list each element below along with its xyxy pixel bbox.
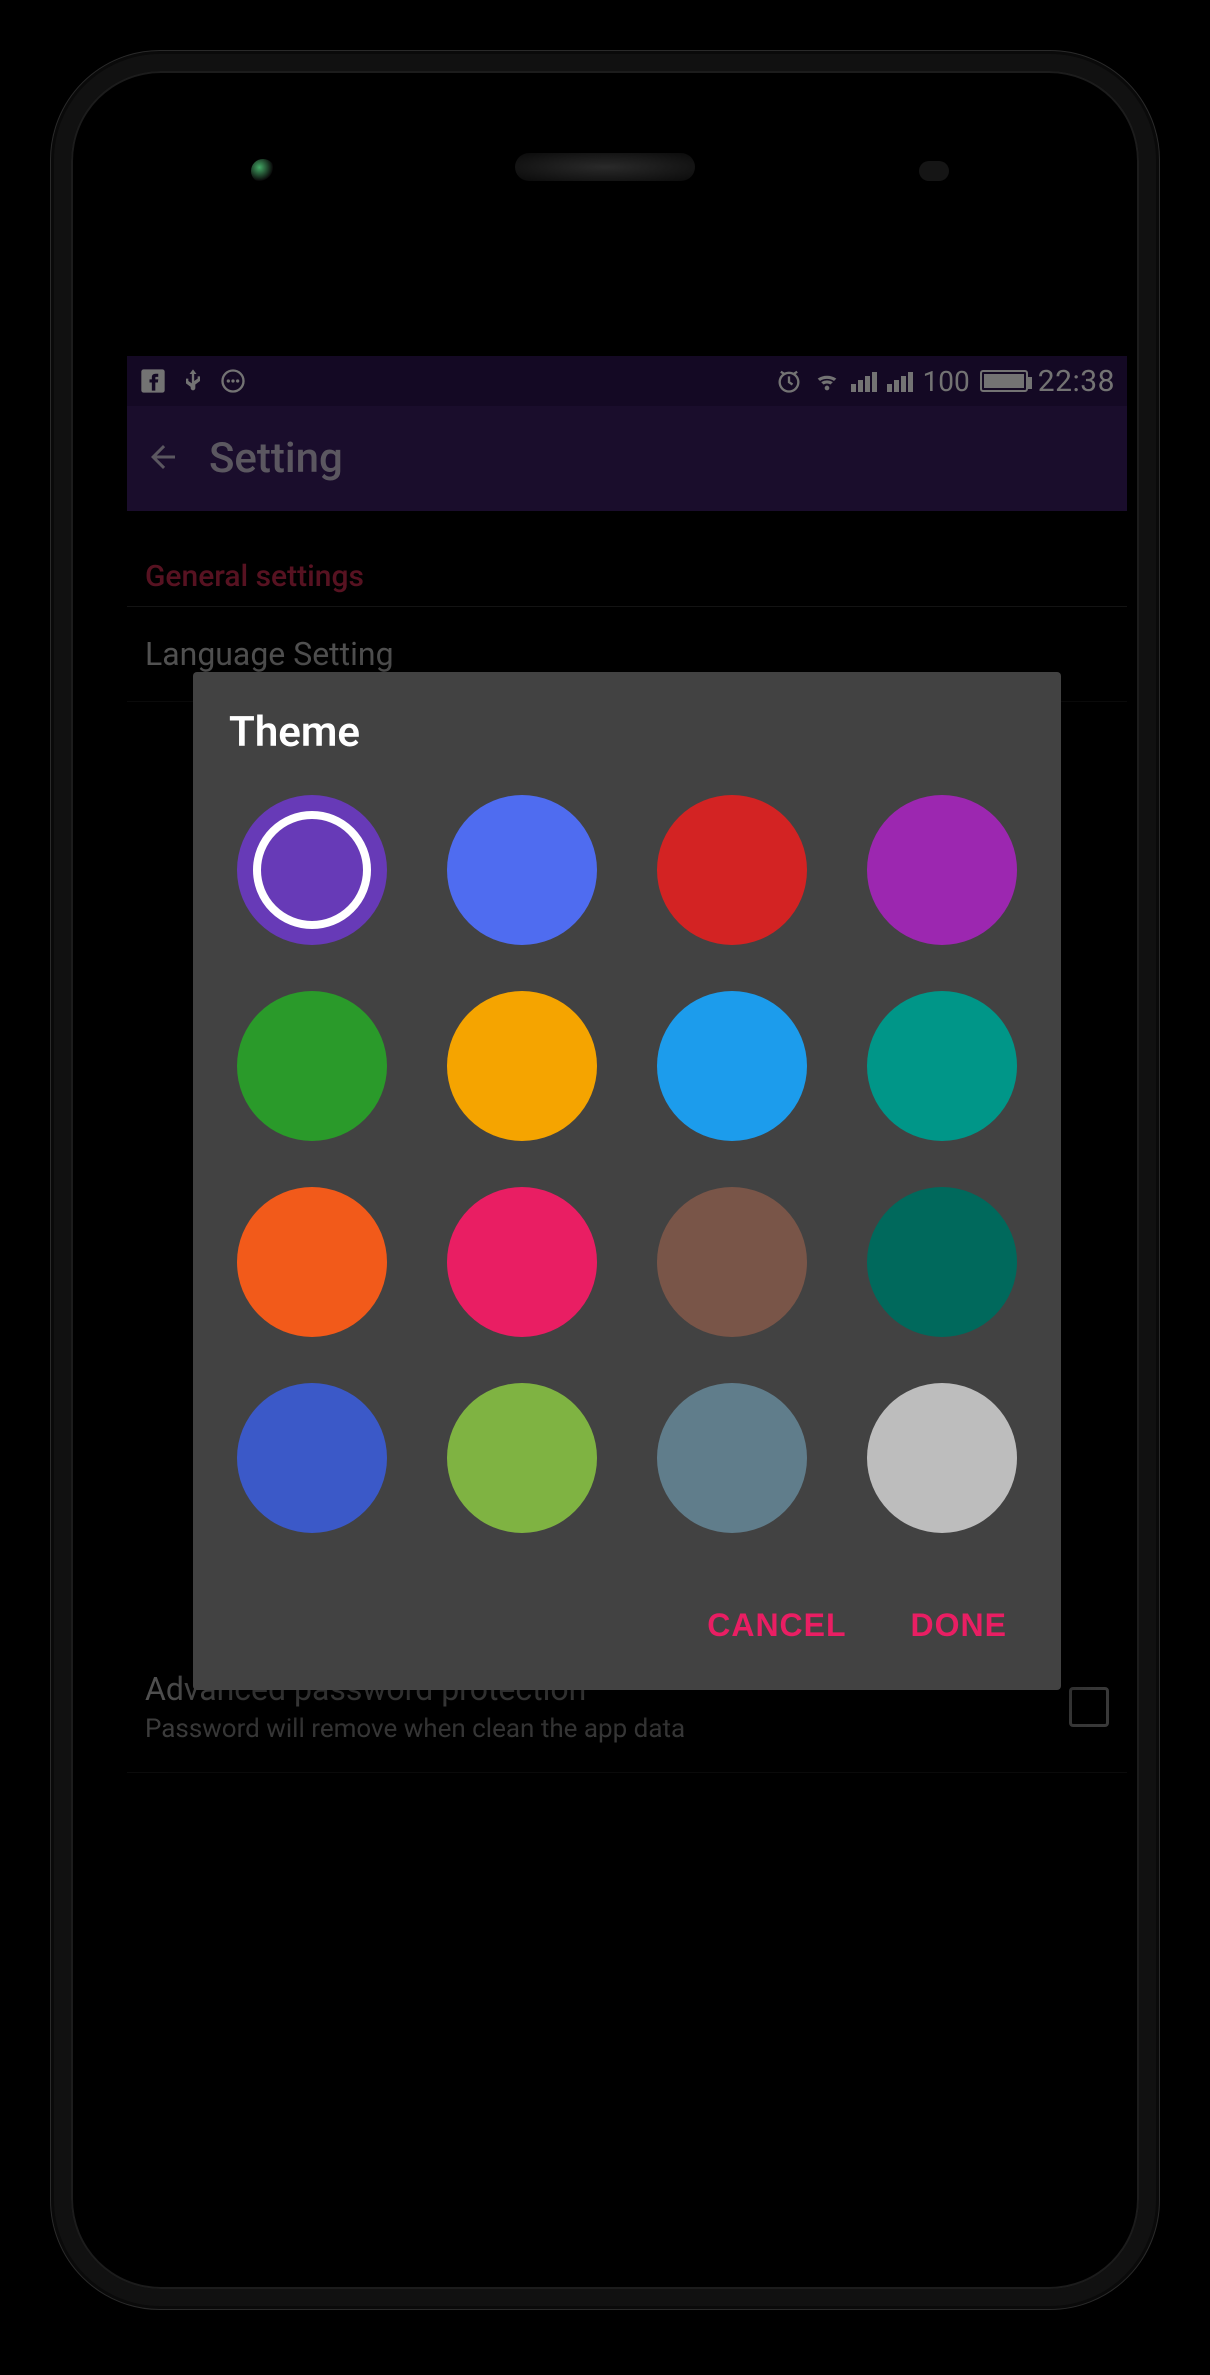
theme-swatch-indigo[interactable] xyxy=(447,795,597,945)
theme-swatch-amber[interactable] xyxy=(447,991,597,1141)
done-button[interactable]: DONE xyxy=(901,1593,1017,1658)
theme-swatch-deep-purple[interactable] xyxy=(237,795,387,945)
earpiece xyxy=(515,153,695,181)
proximity-sensor xyxy=(919,161,949,181)
theme-swatch-blue-grey[interactable] xyxy=(657,1383,807,1533)
theme-swatch-grey[interactable] xyxy=(867,1383,1017,1533)
dialog-title: Theme xyxy=(229,708,1025,757)
theme-swatch-blue[interactable] xyxy=(237,1383,387,1533)
cancel-button[interactable]: CANCEL xyxy=(697,1593,856,1658)
front-camera xyxy=(251,159,275,183)
theme-swatch-green[interactable] xyxy=(237,991,387,1141)
theme-swatch-pink[interactable] xyxy=(447,1187,597,1337)
theme-swatch-teal-dark[interactable] xyxy=(867,1187,1017,1337)
theme-swatch-brown[interactable] xyxy=(657,1187,807,1337)
dialog-actions: CANCEL DONE xyxy=(229,1573,1025,1672)
theme-swatch-deep-orange[interactable] xyxy=(237,1187,387,1337)
device-bezel: 100 22:38 Setting General settings Langu… xyxy=(71,71,1139,2289)
theme-swatch-light-green[interactable] xyxy=(447,1383,597,1533)
theme-swatch-grid xyxy=(229,785,1025,1573)
theme-swatch-purple[interactable] xyxy=(867,795,1017,945)
screen: 100 22:38 Setting General settings Langu… xyxy=(127,356,1127,2116)
device-frame: 100 22:38 Setting General settings Langu… xyxy=(50,50,1160,2310)
theme-swatch-light-blue[interactable] xyxy=(657,991,807,1141)
theme-dialog: Theme CANCEL DONE xyxy=(193,672,1061,1690)
theme-swatch-red[interactable] xyxy=(657,795,807,945)
theme-swatch-teal[interactable] xyxy=(867,991,1017,1141)
